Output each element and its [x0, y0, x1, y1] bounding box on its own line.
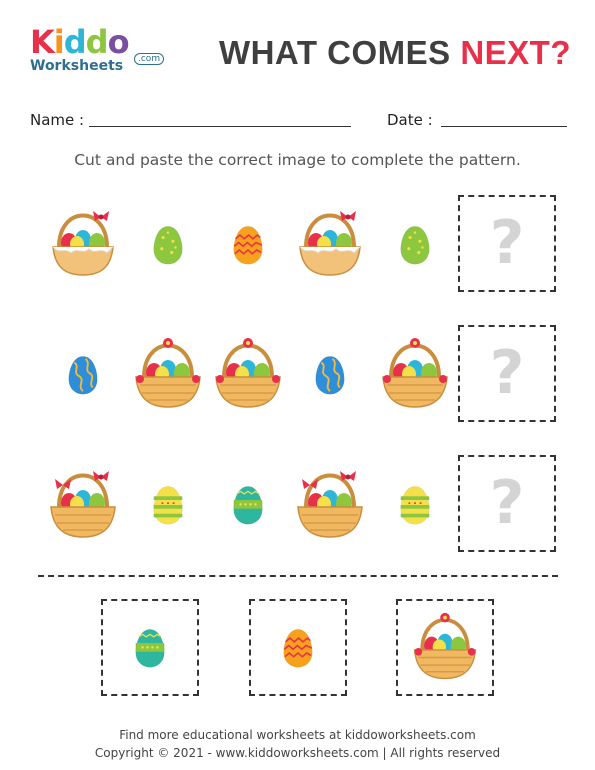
question-mark-icon: ? — [489, 468, 525, 538]
green-egg-icon — [153, 226, 183, 265]
striped-egg-icon — [400, 486, 430, 525]
basket-a-icon — [299, 211, 361, 276]
basket-b-icon — [135, 338, 201, 408]
title-part-2: NEXT? — [460, 34, 571, 71]
instruction-text: Cut and paste the correct image to compl… — [74, 151, 521, 169]
logo-letter-i: i — [53, 23, 65, 61]
green-egg-icon — [400, 226, 430, 265]
basket-d-icon — [297, 471, 363, 538]
question-mark-icon: ? — [489, 338, 525, 408]
title-part-1: WHAT COMES — [218, 34, 461, 71]
basket-d-icon — [50, 471, 116, 538]
answer-drop-box[interactable]: ? — [458, 325, 556, 422]
dotted-egg-icon — [135, 629, 165, 668]
logo-letter-d2: d — [85, 23, 109, 61]
logo-letter-d1: d — [63, 23, 87, 61]
cut-divider — [38, 575, 558, 577]
name-label: Name : — [30, 111, 85, 129]
date-label: Date : — [387, 111, 433, 129]
logo-com-badge: .com — [134, 53, 165, 65]
name-line[interactable] — [89, 126, 351, 127]
dotted-egg-icon — [233, 486, 263, 525]
basket-b-icon — [413, 612, 477, 680]
date-line[interactable] — [441, 126, 567, 127]
basket-c-icon — [215, 338, 281, 408]
orange-egg-icon — [233, 226, 263, 265]
logo-letter-o: o — [107, 23, 130, 61]
striped-egg-icon — [153, 486, 183, 525]
question-mark-icon: ? — [489, 208, 525, 278]
footer-line-1: Find more educational worksheets at kidd… — [119, 728, 476, 742]
logo-letter-k: K — [30, 23, 55, 61]
blue-egg-icon — [68, 356, 98, 395]
answer-drop-box[interactable]: ? — [458, 195, 556, 292]
footer-line-2: Copyright © 2021 - www.kiddoworksheets.c… — [94, 746, 501, 760]
kiddo-logo: Kiddo Worksheets .com — [30, 26, 170, 80]
blue-egg-icon — [315, 356, 345, 395]
page-title: WHAT COMES NEXT? — [219, 34, 571, 72]
basket-a-icon — [52, 211, 114, 276]
orange-egg-icon — [283, 629, 313, 668]
basket-b-icon — [382, 338, 448, 408]
answer-drop-box[interactable]: ? — [458, 455, 556, 552]
